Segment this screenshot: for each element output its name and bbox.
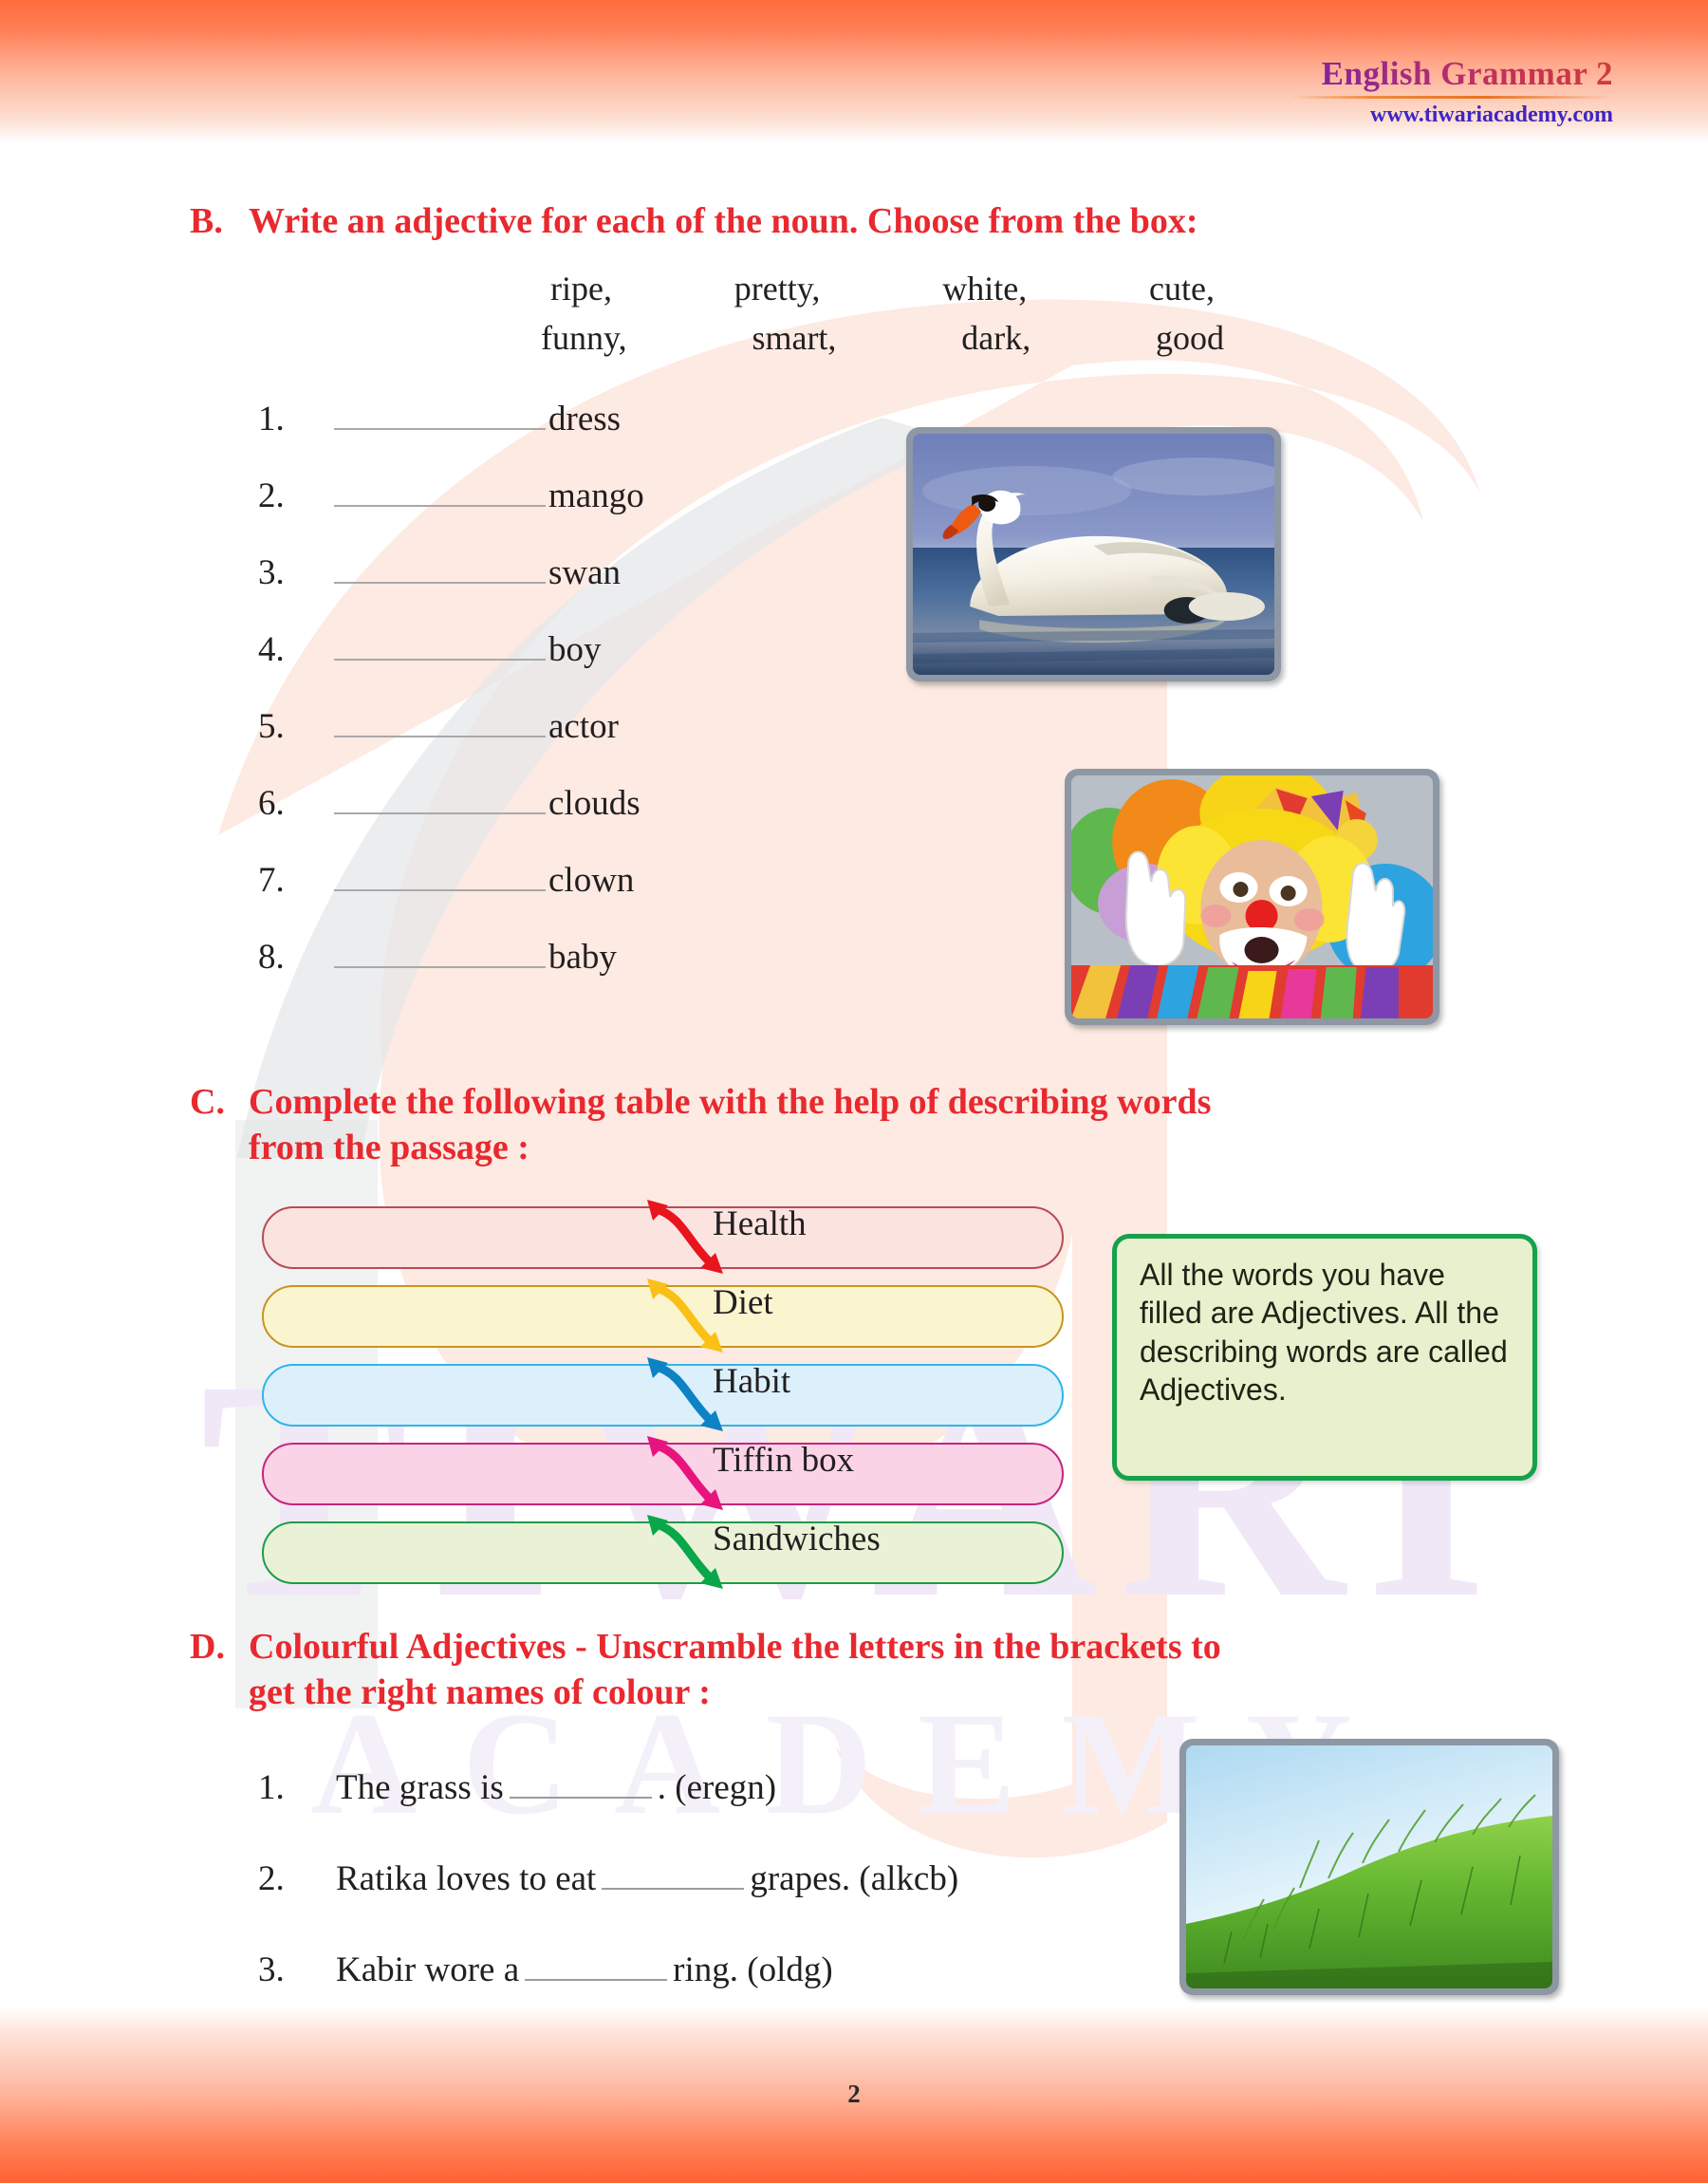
section-d-item-list: 1. The grass is . (eregn) 2. Ratika love… <box>258 1767 958 2041</box>
item-number: 3. <box>258 553 285 592</box>
item-number: 1. <box>258 1768 285 1807</box>
item-number: 5. <box>258 707 285 746</box>
pill-label: Sandwiches <box>713 1520 881 1558</box>
pill-label: Tiffin box <box>713 1441 855 1480</box>
list-item: 2. Ratika loves to eat grapes. (alkcb) <box>258 1858 958 1950</box>
item-noun: mango <box>548 476 644 515</box>
list-item: 3. swan <box>258 552 644 629</box>
curved-arrow-icon <box>647 1200 723 1274</box>
sentence-after-blank: ring. (oldg) <box>673 1950 833 1989</box>
brand-watermark: TIWARI ACADEMY <box>199 299 1488 1858</box>
section-d-heading-line-2: get the right names of colour : <box>249 1671 711 1712</box>
curved-arrow-icon <box>647 1436 723 1510</box>
list-item: 1. dress <box>258 399 644 476</box>
sentence-before-blank: The grass is <box>336 1768 504 1807</box>
answer-blank[interactable] <box>525 1952 668 1981</box>
word-box-word: funny, <box>541 319 627 357</box>
book-title: English Grammar 2 <box>1290 55 1613 93</box>
answer-blank[interactable] <box>509 1770 652 1799</box>
word-box-row-1: ripe, pretty, white, cute, <box>531 269 1234 318</box>
website-url: www.tiwariacademy.com <box>1370 103 1613 127</box>
list-item: 3. Kabir wore a ring. (oldg) <box>258 1950 958 2041</box>
word-box-word: ripe, <box>550 270 612 308</box>
item-number: 2. <box>258 1859 285 1898</box>
answer-blank[interactable] <box>334 861 546 891</box>
item-noun: actor <box>548 707 619 746</box>
word-box-row-2: funny, smart, dark, good <box>531 318 1234 358</box>
item-noun: baby <box>548 938 617 977</box>
section-b-item-list: 1. dress 2. mango 3. swan 4. boy 5. acto… <box>258 399 644 1014</box>
item-number: 8. <box>258 938 285 977</box>
item-number: 7. <box>258 861 285 900</box>
sentence-after-blank: . (eregn) <box>657 1768 777 1807</box>
word-box-word: pretty, <box>733 270 821 308</box>
answer-blank[interactable] <box>334 784 546 814</box>
word-box-word: smart, <box>752 319 837 357</box>
item-noun: clown <box>548 861 635 900</box>
section-d-heading-text: Colourful Adjectives - Unscramble the le… <box>249 1625 1556 1715</box>
list-item: 2. mango <box>258 476 644 552</box>
word-box-word: good <box>1156 319 1224 357</box>
section-c-heading-line-2: from the passage : <box>249 1127 529 1167</box>
word-box-word: white, <box>942 270 1028 308</box>
section-b-letter: B. <box>190 201 223 241</box>
section-b-heading: B. Write an adjective for each of the no… <box>190 199 1537 245</box>
describing-words-table: Health Diet Habit Tiffin box Sandwiches <box>262 1200 1064 1597</box>
section-c-letter: C. <box>190 1082 225 1122</box>
item-number: 6. <box>258 784 285 823</box>
list-item: 5. actor <box>258 706 644 783</box>
section-c-heading-line-1: Complete the following table with the he… <box>249 1082 1212 1122</box>
item-number: 1. <box>258 400 285 438</box>
answer-blank[interactable] <box>334 707 546 737</box>
adjectives-note-callout: All the words you have filled are Adject… <box>1112 1234 1537 1481</box>
list-item: 7. clown <box>258 860 644 937</box>
section-d-letter: D. <box>190 1627 225 1667</box>
clown-photo-image <box>1071 775 1433 1018</box>
list-item: 8. baby <box>258 937 644 1014</box>
curved-arrow-icon <box>647 1515 723 1589</box>
swan-photo <box>906 427 1281 681</box>
answer-blank[interactable] <box>334 553 546 584</box>
answer-blank[interactable] <box>334 476 546 507</box>
item-number: 3. <box>258 1950 285 1989</box>
grass-photo <box>1179 1739 1559 1995</box>
answer-blank[interactable] <box>334 630 546 661</box>
section-d-heading-line-1: Colourful Adjectives - Unscramble the le… <box>249 1627 1221 1667</box>
sentence-before-blank: Ratika loves to eat <box>336 1859 597 1898</box>
word-box-word: cute, <box>1149 270 1215 308</box>
adjective-word-box: ripe, pretty, white, cute, funny, smart,… <box>531 269 1234 358</box>
section-d-heading: D. Colourful Adjectives - Unscramble the… <box>190 1625 1556 1715</box>
curved-arrow-icon <box>647 1278 723 1353</box>
sentence-after-blank: grapes. (alkcb) <box>750 1859 959 1898</box>
table-row: Sandwiches <box>262 1515 1064 1597</box>
sentence-before-blank: Kabir wore a <box>336 1950 520 1989</box>
grass-photo-image <box>1186 1745 1552 1988</box>
page-header: English Grammar 2 www.tiwariacademy.com <box>1290 55 1613 128</box>
header-divider <box>1290 96 1613 99</box>
section-c-heading-text: Complete the following table with the he… <box>249 1080 1537 1170</box>
page-number: 2 <box>847 2080 861 2108</box>
item-number: 2. <box>258 476 285 515</box>
worksheet-page: TIWARI ACADEMY English Grammar 2 www.tiw… <box>0 0 1708 2183</box>
swan-photo-image <box>913 434 1274 675</box>
list-item: 1. The grass is . (eregn) <box>258 1767 958 1858</box>
curved-arrow-icon <box>647 1357 723 1431</box>
word-box-word: dark, <box>961 319 1031 357</box>
section-c-heading: C. Complete the following table with the… <box>190 1080 1537 1170</box>
list-item: 4. boy <box>258 629 644 706</box>
clown-photo <box>1065 769 1439 1025</box>
answer-blank[interactable] <box>334 938 546 968</box>
item-noun: clouds <box>548 784 640 823</box>
item-number: 4. <box>258 630 285 669</box>
list-item: 6. clouds <box>258 783 644 860</box>
answer-blank[interactable] <box>334 400 546 430</box>
section-b-heading-text: Write an adjective for each of the noun.… <box>249 201 1198 241</box>
answer-blank[interactable] <box>602 1861 745 1890</box>
item-noun: dress <box>548 400 622 438</box>
item-noun: swan <box>548 553 622 592</box>
item-noun: boy <box>548 630 602 669</box>
